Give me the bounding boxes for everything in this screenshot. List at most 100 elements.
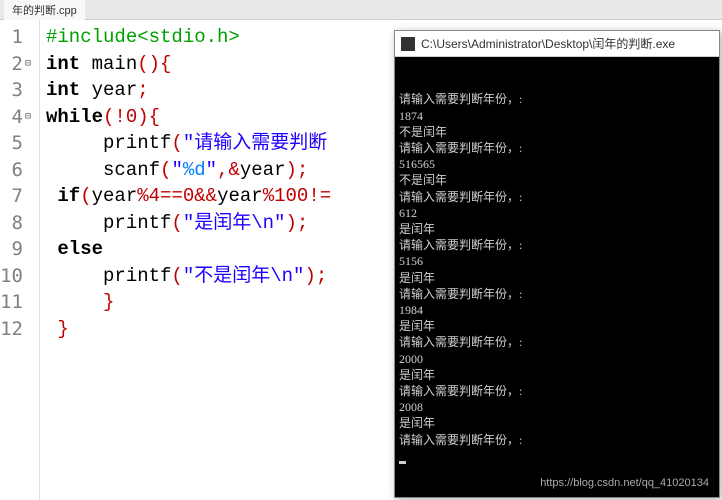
- token-pn: ==: [160, 185, 183, 207]
- editor-tab-bar: 年的判断.cpp: [0, 0, 722, 20]
- token-fmt: %d: [183, 159, 206, 181]
- line-number: 7: [12, 185, 23, 207]
- line-number: 1: [12, 26, 23, 48]
- token-num: 100: [274, 185, 308, 207]
- token-pn: ){: [137, 106, 160, 128]
- token-kw: int: [46, 53, 80, 75]
- token-pn: ,: [217, 159, 228, 181]
- token-pn: &: [228, 159, 239, 181]
- console-line: 1874: [399, 108, 715, 124]
- line-number: 6: [12, 159, 23, 181]
- token-id: year: [240, 159, 286, 181]
- token-pn: !=: [308, 185, 331, 207]
- token-kw: if: [46, 185, 80, 207]
- line-number-gutter: 12⊟34⊟56789101112: [0, 20, 40, 500]
- token-pn: }: [46, 291, 114, 313]
- line-number: 4: [12, 106, 23, 128]
- line-number: 5: [12, 132, 23, 154]
- token-pn: %: [137, 185, 148, 207]
- line-number: 9: [12, 238, 23, 260]
- token-kw: while: [46, 106, 103, 128]
- fold-toggle-icon[interactable]: ⊟: [25, 111, 35, 123]
- token-num: 4: [149, 185, 160, 207]
- token-pn: (){: [137, 53, 171, 75]
- token-id: year: [217, 185, 263, 207]
- console-line: 612: [399, 205, 715, 221]
- token-pn: );: [304, 265, 327, 287]
- console-cursor: [399, 461, 406, 464]
- token-pn: (: [80, 185, 91, 207]
- token-pre: #include<stdio.h>: [46, 26, 240, 48]
- token-num: 0: [183, 185, 194, 207]
- token-pn: (: [160, 159, 171, 181]
- console-line: 请输入需要判断年份，:: [399, 432, 715, 448]
- token-pn: ;: [137, 79, 148, 101]
- token-pn: (: [171, 265, 182, 287]
- console-line: 请输入需要判断年份，:: [399, 237, 715, 253]
- token-pn: &&: [194, 185, 217, 207]
- console-line: 516565: [399, 156, 715, 172]
- console-title-text: C:\Users\Administrator\Desktop\闰年的判断.exe: [421, 35, 675, 52]
- line-number: 11: [0, 291, 23, 313]
- token-id: main: [80, 53, 137, 75]
- token-id: year: [80, 79, 137, 101]
- console-output[interactable]: 请输入需要判断年份，:1874不是闰年请输入需要判断年份，:516565不是闰年…: [395, 57, 719, 497]
- console-line: 请输入需要判断年份，:: [399, 334, 715, 350]
- token-id: printf: [46, 265, 171, 287]
- gutter-row: 4⊟: [0, 104, 39, 131]
- line-number: 8: [12, 212, 23, 234]
- line-number: 12: [0, 318, 23, 340]
- line-number: 10: [0, 265, 23, 287]
- console-line: 是闰年: [399, 367, 715, 383]
- console-line: 2000: [399, 351, 715, 367]
- token-id: year: [92, 185, 138, 207]
- console-line: 1984: [399, 302, 715, 318]
- gutter-row: 6: [0, 157, 39, 184]
- gutter-row: 12: [0, 316, 39, 343]
- token-id: scanf: [46, 159, 160, 181]
- console-line: 请输入需要判断年份，:: [399, 189, 715, 205]
- console-line: 请输入需要判断年份，:: [399, 286, 715, 302]
- console-line: 是闰年: [399, 221, 715, 237]
- line-number: 2: [12, 53, 23, 75]
- console-line: 请输入需要判断年份，:: [399, 383, 715, 399]
- line-number: 3: [12, 79, 23, 101]
- gutter-row: 9: [0, 236, 39, 263]
- gutter-row: 5: [0, 130, 39, 157]
- console-line: 请输入需要判断年份，:: [399, 91, 715, 107]
- console-app-icon: [401, 37, 415, 51]
- token-str: "不是闰年\n": [183, 265, 305, 287]
- console-titlebar[interactable]: C:\Users\Administrator\Desktop\闰年的判断.exe: [395, 31, 719, 57]
- token-str: ": [206, 159, 217, 181]
- console-line: 5156: [399, 253, 715, 269]
- token-pn: (: [171, 132, 182, 154]
- gutter-row: 3: [0, 77, 39, 104]
- gutter-row: 2⊟: [0, 51, 39, 78]
- token-pn: );: [285, 212, 308, 234]
- console-line: 请输入需要判断年份，:: [399, 140, 715, 156]
- token-pn: );: [285, 159, 308, 181]
- token-id: printf: [46, 132, 171, 154]
- token-str: "是闰年\n": [183, 212, 286, 234]
- token-str: ": [171, 159, 182, 181]
- token-id: printf: [46, 212, 171, 234]
- token-str: "请输入需要判断: [183, 132, 327, 154]
- watermark: https://blog.csdn.net/qq_41020134: [540, 475, 709, 491]
- console-line: 不是闰年: [399, 124, 715, 140]
- token-pn: (: [171, 212, 182, 234]
- token-kw: else: [46, 238, 103, 260]
- token-kw: int: [46, 79, 80, 101]
- token-pn: (!: [103, 106, 126, 128]
- console-line: 不是闰年: [399, 172, 715, 188]
- console-line: 2008: [399, 399, 715, 415]
- fold-toggle-icon[interactable]: ⊟: [25, 58, 35, 70]
- console-line: 是闰年: [399, 318, 715, 334]
- console-line: 是闰年: [399, 270, 715, 286]
- file-tab[interactable]: 年的判断.cpp: [4, 0, 85, 20]
- gutter-row: 7: [0, 183, 39, 210]
- gutter-row: 11: [0, 289, 39, 316]
- token-pn: }: [46, 318, 69, 340]
- gutter-row: 10: [0, 263, 39, 290]
- console-window: C:\Users\Administrator\Desktop\闰年的判断.exe…: [394, 30, 720, 498]
- gutter-row: 1: [0, 24, 39, 51]
